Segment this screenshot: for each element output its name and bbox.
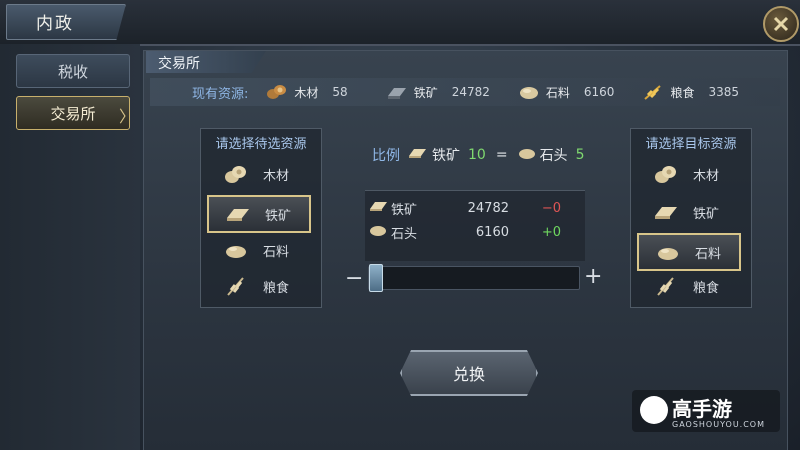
detail-row-stone: 石头 6160 +0 (365, 221, 585, 243)
resource-row: 现有资源: 木材 58 铁矿 24782 石料 6160 粮食 3385 (150, 78, 780, 106)
exchange-button-label: 兑换 (452, 365, 485, 384)
detail-iron-value: 24782 (467, 200, 509, 216)
nav-exchange[interactable]: 交易所 〉 (16, 96, 135, 130)
detail-row-iron: 铁矿 24782 −0 (365, 197, 585, 219)
section-title: 交易所 (158, 56, 200, 72)
resource-iron-name: 铁矿 (413, 85, 438, 100)
watermark-logo (640, 396, 668, 424)
resource-grain-name: 粮食 (670, 85, 695, 100)
ratio-equals: = (495, 147, 508, 163)
slider-minus-button[interactable]: − (345, 266, 363, 291)
close-icon (773, 16, 789, 32)
resource-stone-name: 石料 (545, 85, 570, 100)
source-option-wood[interactable]: 木材 (207, 157, 313, 191)
close-button[interactable] (763, 6, 799, 42)
target-option-iron-label: 铁矿 (693, 206, 720, 222)
ratio-from-value: 10 (468, 147, 486, 163)
stone-icon (518, 146, 536, 164)
detail-iron-delta: −0 (541, 200, 561, 216)
wood-icon (651, 159, 681, 189)
resource-stone: 石料 6160 (518, 84, 615, 101)
source-option-grain-label: 粮食 (263, 280, 290, 296)
iron-ore-icon (369, 199, 391, 217)
window-title: 内政 (36, 14, 74, 34)
resource-wood: 木材 58 (266, 83, 348, 101)
target-option-grain-label: 粮食 (693, 280, 720, 296)
resource-grain-value: 3385 (708, 85, 740, 99)
game-screen: 内政 税收 交易所 〉 交易所 现有资源: 木材 58 铁矿 24782 石料 … (0, 0, 800, 450)
resource-iron-value: 24782 (451, 85, 490, 99)
grain-icon (221, 271, 251, 301)
iron-ore-icon (651, 197, 681, 227)
watermark-url: GAOSHOUYOU.COM (672, 420, 766, 429)
stone-icon (519, 87, 538, 99)
exchange-detail: 铁矿 24782 −0 石头 6160 +0 (365, 190, 585, 261)
nav-tax-label: 税收 (57, 62, 88, 81)
resource-stone-value: 6160 (583, 85, 615, 99)
target-option-wood-label: 木材 (693, 168, 720, 184)
watermark-name: 高手游 (672, 397, 732, 421)
ratio-from-name: 铁矿 (432, 148, 460, 164)
resource-wood-name: 木材 (294, 85, 319, 100)
resource-wood-value: 58 (332, 85, 348, 99)
iron-ore-icon (223, 199, 253, 229)
source-option-grain[interactable]: 粮食 (207, 269, 313, 303)
wood-icon (267, 85, 287, 99)
resource-iron: 铁矿 24782 (386, 84, 490, 101)
amount-slider[interactable] (368, 264, 580, 292)
detail-iron-name: 铁矿 (391, 202, 418, 218)
source-option-iron[interactable]: 铁矿 (207, 195, 311, 233)
target-option-stone[interactable]: 石料 (637, 233, 741, 271)
iron-ore-icon (408, 146, 428, 164)
ratio-to-value: 5 (575, 147, 585, 163)
source-option-stone[interactable]: 石料 (207, 233, 313, 267)
target-option-iron[interactable]: 铁矿 (637, 195, 743, 229)
exchange-ratio: 比例 铁矿 10 = 石头 5 (372, 145, 584, 165)
grain-icon (651, 271, 681, 301)
stone-icon (369, 223, 391, 241)
target-option-grain[interactable]: 粮食 (637, 269, 743, 303)
source-resource-list: 请选择待选资源 木材 铁矿 石料 粮食 (200, 128, 322, 308)
target-list-header: 请选择目标资源 (645, 137, 737, 152)
exchange-button[interactable]: 兑换 (400, 350, 538, 396)
detail-stone-value: 6160 (475, 224, 509, 240)
detail-stone-delta: +0 (541, 224, 561, 240)
resource-grain: 粮食 3385 (642, 83, 739, 101)
slider-plus-button[interactable]: + (584, 264, 602, 289)
source-option-iron-label: 铁矿 (265, 208, 292, 224)
stone-icon (221, 235, 251, 265)
grain-icon (644, 85, 662, 100)
nav-exchange-label: 交易所 (50, 104, 96, 123)
source-option-wood-label: 木材 (263, 168, 290, 184)
ratio-to-name: 石头 (539, 148, 568, 164)
wood-icon (221, 159, 251, 189)
resource-label: 现有资源: (192, 86, 249, 102)
detail-stone-name: 石头 (391, 226, 418, 242)
target-resource-list: 请选择目标资源 木材 铁矿 石料 粮食 (630, 128, 752, 308)
target-option-stone-label: 石料 (695, 246, 722, 262)
ratio-label: 比例 (372, 148, 400, 164)
source-option-stone-label: 石料 (263, 244, 290, 260)
slider-knob[interactable] (369, 264, 383, 292)
nav-arrow: 〉 (118, 107, 135, 126)
stone-icon (653, 237, 683, 267)
target-option-wood[interactable]: 木材 (637, 157, 743, 191)
nav-tax[interactable]: 税收 (16, 54, 130, 88)
iron-ore-icon (387, 88, 406, 99)
source-list-header: 请选择待选资源 (215, 137, 307, 152)
